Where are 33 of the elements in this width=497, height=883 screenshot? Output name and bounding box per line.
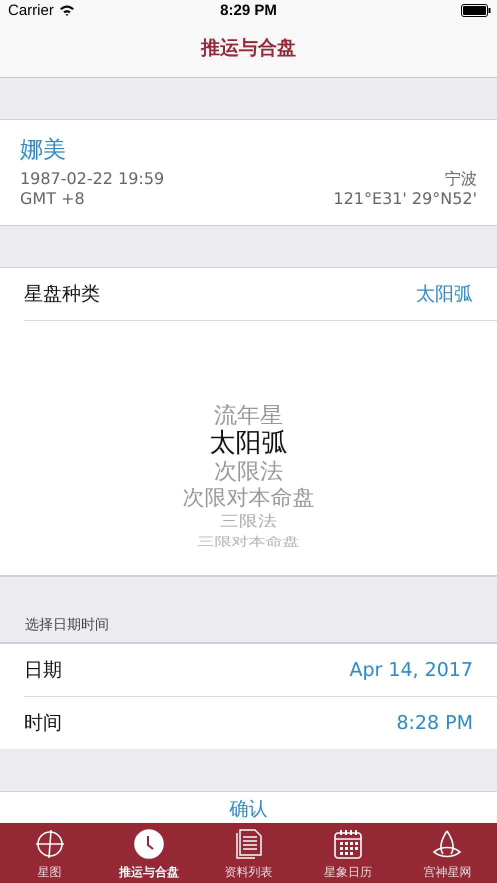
picker-option[interactable]: 太阳弧 — [210, 429, 288, 460]
tab-item[interactable]: 推运与合盘 — [99, 823, 199, 883]
picker-option[interactable]: 三限法 — [220, 513, 277, 531]
picker-option[interactable]: 次限对本命盘 — [182, 486, 314, 510]
tab-item[interactable]: 星图 — [0, 823, 100, 883]
birth-datetime: 1987-02-22 19:59 — [20, 169, 164, 189]
timezone-text: GMT +8 — [20, 189, 85, 209]
wifi-icon — [58, 4, 75, 16]
battery-icon — [461, 4, 491, 16]
tab-item[interactable]: 宫神星网 — [398, 823, 497, 883]
row-label: 时间 — [24, 711, 62, 736]
profile-name: 娜美 — [20, 136, 67, 165]
profile-card[interactable]: 娜美 1987-02-22 19:59 宁波 GMT +8 121°E31' 29°N52' — [0, 119, 497, 226]
calendar-icon — [332, 828, 364, 860]
chart-type-label: 星盘种类 — [24, 282, 100, 307]
confirm-button[interactable]: 确认 — [224, 792, 274, 822]
birth-place: 宁波 — [445, 169, 477, 189]
section-header: 选择日期时间 — [25, 616, 109, 634]
picker-option[interactable]: 三限对本命盘 — [198, 536, 300, 550]
row-value[interactable]: 8:28 PM — [396, 712, 473, 734]
coordinates-text: 121°E31' 29°N52' — [333, 189, 477, 209]
row-value[interactable]: Apr 14, 2017 — [349, 659, 473, 681]
status-time: 8:29 PM — [220, 2, 277, 18]
nav-title: 推运与合盘 — [201, 36, 296, 61]
chart-type-value[interactable]: 太阳弧 — [416, 281, 473, 307]
tab-item[interactable]: 星象日历 — [298, 823, 398, 883]
crosshair-circle-icon — [34, 828, 66, 860]
row-label: 日期 — [24, 658, 62, 683]
clock-icon — [133, 828, 166, 860]
picker-option[interactable]: 次限法 — [214, 460, 283, 486]
picker-option[interactable]: 流年星 — [214, 404, 283, 429]
carrier-text: Carrier — [8, 2, 54, 18]
tab-item[interactable]: 资料列表 — [198, 823, 298, 883]
